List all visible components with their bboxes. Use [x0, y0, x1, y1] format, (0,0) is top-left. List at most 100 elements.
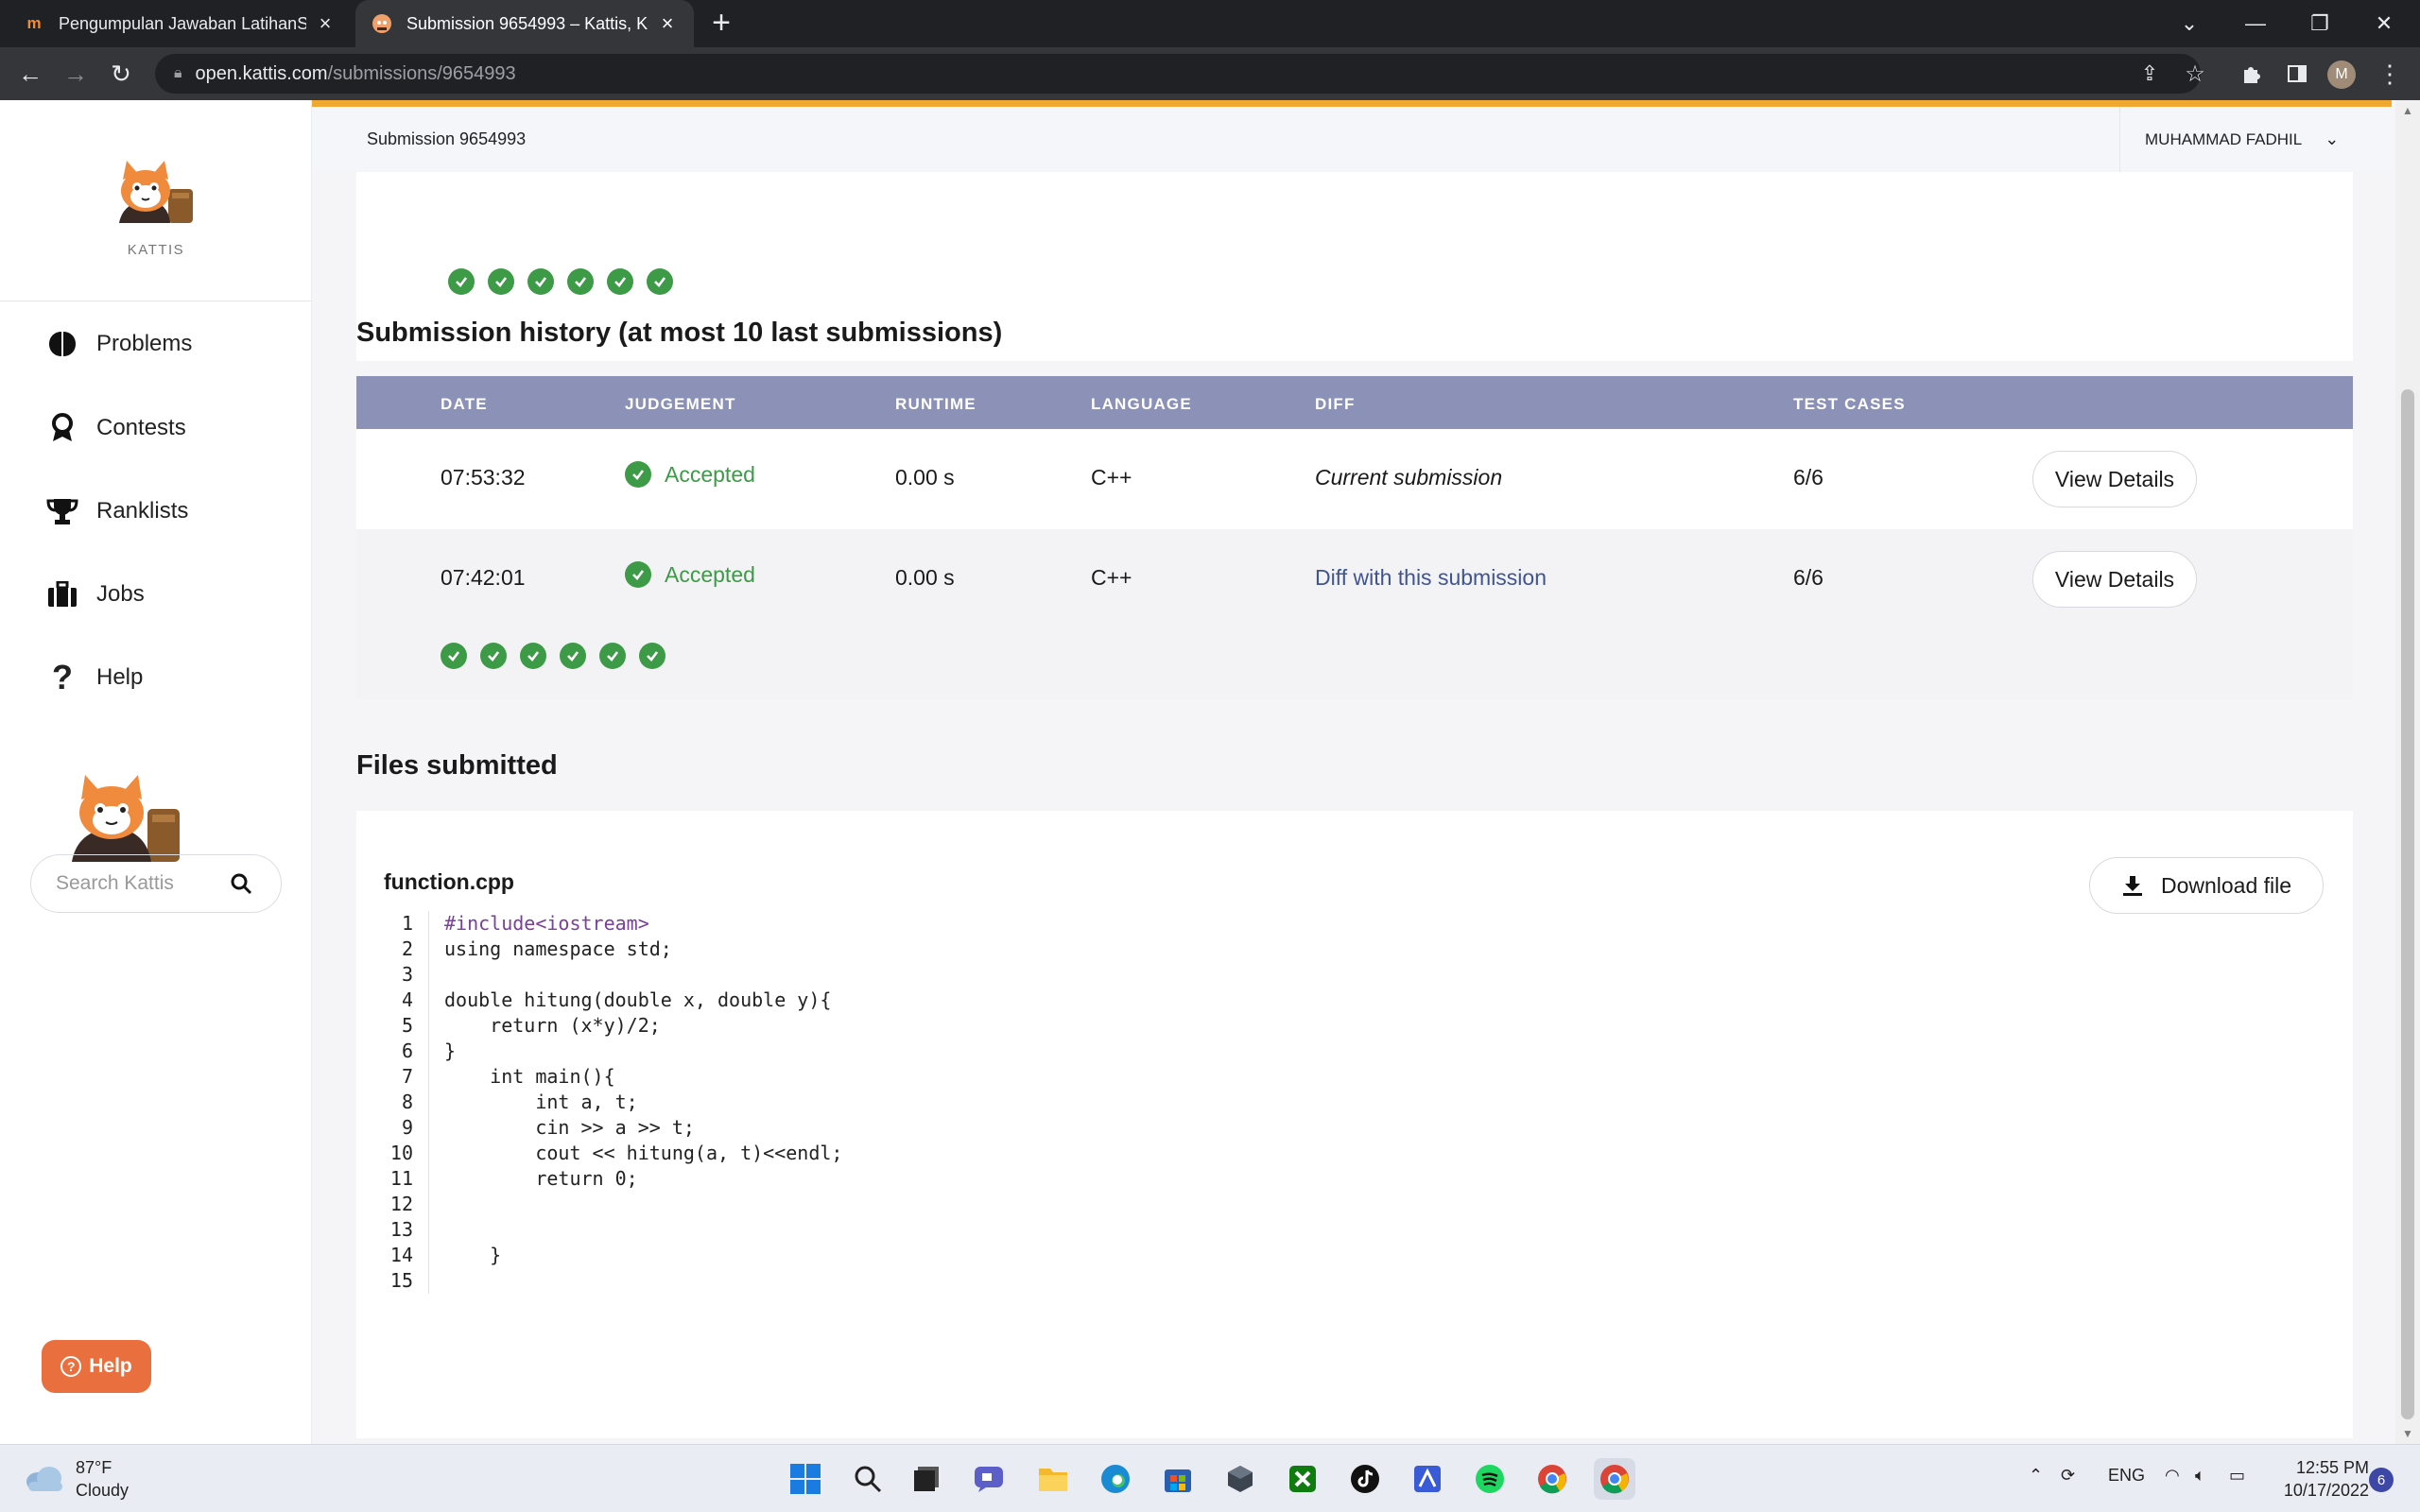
column-header: RUNTIME — [895, 395, 977, 413]
task-view-icon[interactable] — [906, 1458, 947, 1500]
windows-taskbar: 87°F Cloudy ⌃ ⟳ ENG ◠ 🔈︎ ▭ 12:55 PM 10/1… — [0, 1444, 2420, 1512]
view-details-button[interactable]: View Details — [2032, 551, 2197, 608]
line-number: 2 — [384, 936, 429, 962]
code-line: 1 #include<iostream> — [384, 911, 1140, 936]
scrollbar-thumb[interactable] — [2401, 389, 2414, 1419]
test-case-check-icon — [607, 268, 633, 295]
code-line: 5 return (x*y)/2; — [384, 1013, 1140, 1039]
new-tab-button[interactable]: + — [705, 7, 737, 40]
judgement-label: Accepted — [665, 561, 755, 587]
close-tab-icon[interactable]: × — [314, 11, 337, 36]
spotify-icon[interactable] — [1469, 1458, 1511, 1500]
help-button-label: Help — [89, 1355, 132, 1377]
code-line: 10 cout << hitung(a, t)<<endl; — [384, 1141, 1140, 1166]
chevron-up-icon[interactable]: ⌃ — [2029, 1466, 2043, 1486]
download-icon — [2122, 876, 2142, 896]
file-explorer-icon[interactable] — [1032, 1458, 1074, 1500]
side-panel-icon[interactable] — [2278, 55, 2316, 93]
help-button[interactable]: ? Help — [42, 1340, 151, 1393]
scroll-up-icon[interactable]: ▲ — [2395, 104, 2420, 117]
tiktok-icon[interactable] — [1344, 1458, 1386, 1500]
tab-search-icon[interactable]: ⌄ — [2157, 0, 2221, 47]
code-text: } — [444, 1244, 502, 1266]
sidebar-item-label: Contests — [96, 415, 186, 440]
xbox-icon[interactable] — [1282, 1458, 1323, 1500]
extensions-icon[interactable] — [2233, 55, 2271, 93]
sidebar-item-contests[interactable]: Contests — [45, 402, 186, 455]
sidebar-item-jobs[interactable]: Jobs — [45, 568, 145, 621]
search-input[interactable]: Search Kattis — [30, 854, 282, 913]
code-text: } — [444, 1040, 457, 1062]
page-scrollbar[interactable]: ▲ ▼ — [2395, 100, 2420, 1444]
row-test-cases: 6/6 — [1793, 465, 1824, 490]
restore-button[interactable]: ❐ — [2288, 0, 2352, 47]
test-case-check-icon — [560, 643, 586, 669]
windows-start-icon[interactable] — [785, 1458, 826, 1500]
check-circle-icon — [625, 461, 651, 488]
share-icon[interactable]: ⇪ — [2131, 55, 2169, 93]
diff-link[interactable]: Diff with this submission — [1315, 565, 1547, 591]
user-menu[interactable]: MUHAMMAD FADHIL ⌄ — [2119, 107, 2344, 172]
cloud-icon — [26, 1467, 62, 1491]
code-line: 12 — [384, 1192, 1140, 1217]
browser-tab-pengumpulan[interactable]: m Pengumpulan Jawaban LatihanSo × — [8, 0, 352, 47]
line-number: 3 — [384, 962, 429, 988]
system-clock[interactable]: 12:55 PM 10/17/2022 — [2265, 1456, 2369, 1502]
weather-widget[interactable]: 87°F Cloudy — [25, 1456, 129, 1502]
chat-icon[interactable] — [968, 1458, 1010, 1500]
forward-arrow-icon[interactable]: → — [57, 55, 95, 93]
row-test-cases: 6/6 — [1793, 565, 1824, 590]
brain-icon — [45, 327, 79, 361]
row-date: 07:53:32 — [441, 465, 526, 490]
weather-temperature: 87°F — [76, 1458, 112, 1477]
scroll-down-icon[interactable]: ▼ — [2395, 1427, 2420, 1440]
kattis-logo[interactable] — [110, 157, 200, 232]
code-line: 11 return 0; — [384, 1166, 1140, 1192]
download-file-button[interactable]: Download file — [2089, 857, 2324, 914]
microsoft-store-icon[interactable] — [1157, 1458, 1199, 1500]
url-path: /submissions/9654993 — [327, 62, 516, 84]
close-tab-icon[interactable]: × — [656, 11, 679, 36]
code-text: int a, t; — [444, 1091, 638, 1113]
line-number: 9 — [384, 1115, 429, 1141]
chrome-icon[interactable] — [1531, 1458, 1573, 1500]
reload-icon[interactable]: ↻ — [102, 55, 140, 93]
search-icon[interactable] — [847, 1458, 889, 1500]
chrome-profile-icon[interactable] — [1594, 1458, 1635, 1500]
code-text: using namespace std; — [444, 937, 672, 960]
column-header: DATE — [441, 395, 488, 413]
close-window-button[interactable]: ✕ — [2352, 0, 2416, 47]
sidebar-item-help[interactable]: ? Help — [45, 651, 143, 704]
app-icon[interactable] — [1407, 1458, 1448, 1500]
code-line: 13 — [384, 1217, 1140, 1243]
search-icon[interactable] — [230, 872, 252, 895]
view-details-button[interactable]: View Details — [2032, 451, 2197, 507]
edge-browser-icon[interactable] — [1095, 1458, 1136, 1500]
browser-tab-submission[interactable]: Submission 9654993 – Kattis, Kat × — [355, 0, 694, 47]
column-header: JUDGEMENT — [625, 395, 736, 413]
address-bar[interactable]: 🔒︎ open.kattis.com/submissions/9654993 — [155, 54, 2201, 94]
wifi-icon[interactable]: ◠ — [2165, 1466, 2180, 1486]
menu-dots-icon[interactable]: ⋮ — [2371, 55, 2409, 93]
battery-icon[interactable]: ▭ — [2229, 1466, 2245, 1486]
column-header: DIFF — [1315, 395, 1356, 413]
code-text: cin >> a >> t; — [444, 1116, 695, 1139]
app-cube-icon[interactable] — [1219, 1458, 1261, 1500]
minimize-button[interactable]: — — [2223, 0, 2288, 47]
row-judgement: Accepted — [625, 561, 755, 588]
profile-avatar[interactable]: M — [2327, 60, 2356, 89]
sync-icon[interactable]: ⟳ — [2061, 1466, 2075, 1486]
sidebar-item-ranklists[interactable]: Ranklists — [45, 485, 188, 538]
table-row: 07:42:01 Accepted 0.00 s C++ Diff with t… — [356, 529, 2353, 699]
line-number: 8 — [384, 1090, 429, 1115]
line-number: 5 — [384, 1013, 429, 1039]
input-language[interactable]: ENG — [2108, 1466, 2145, 1486]
back-arrow-icon[interactable]: ← — [11, 55, 49, 93]
sidebar-item-problems[interactable]: Problems — [45, 318, 192, 370]
judgement-label: Accepted — [665, 461, 755, 487]
bookmark-star-icon[interactable]: ☆ — [2176, 55, 2214, 93]
notification-badge[interactable]: 6 — [2369, 1468, 2394, 1492]
volume-icon[interactable]: 🔈︎ — [2195, 1466, 2205, 1486]
